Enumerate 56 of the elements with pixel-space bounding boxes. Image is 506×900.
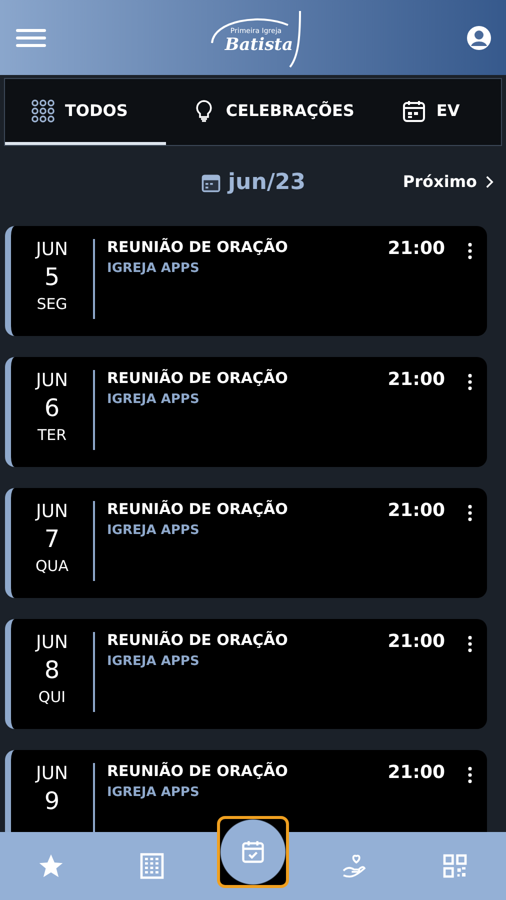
event-card[interactable]: JUN 6 TER REUNIÃO DE ORAÇÃO IGREJA APPS 21:00 — [5, 357, 487, 467]
event-time: 21:00 — [388, 238, 445, 259]
more-icon[interactable] — [467, 373, 473, 391]
calendar-icon — [402, 98, 426, 122]
event-time: 21:00 — [388, 631, 445, 652]
event-location: IGREJA APPS — [107, 785, 200, 800]
event-time: 21:00 — [388, 369, 445, 390]
event-month: JUN — [36, 370, 68, 392]
event-title: REUNIÃO DE ORAÇÃO — [107, 631, 289, 649]
event-card[interactable]: JUN 7 QUA REUNIÃO DE ORAÇÃO IGREJA APPS 21:00 — [5, 488, 487, 598]
event-location: IGREJA APPS — [107, 261, 200, 276]
more-icon[interactable] — [467, 766, 473, 784]
calendar-check-icon — [240, 839, 266, 865]
star-icon — [36, 852, 65, 880]
event-day: 7 — [44, 523, 60, 555]
event-card[interactable]: JUN 9 REUNIÃO DE ORAÇÃO IGREJA APPS 21:00 — [5, 750, 487, 832]
heart-hand-icon — [340, 852, 368, 880]
event-location: IGREJA APPS — [107, 523, 200, 538]
event-time: 21:00 — [388, 500, 445, 521]
event-month: JUN — [36, 632, 68, 654]
user-icon[interactable] — [466, 24, 492, 50]
event-weekday: QUA — [35, 556, 69, 577]
event-day: 8 — [44, 654, 60, 686]
next-month-link[interactable]: Próximo — [402, 172, 494, 191]
month-label: jun/23 — [228, 170, 306, 195]
event-weekday: SEG — [36, 294, 68, 315]
event-month: JUN — [36, 501, 68, 523]
chevron-right-icon — [485, 174, 494, 188]
event-day: 9 — [44, 785, 60, 817]
event-weekday: QUI — [38, 687, 66, 708]
more-icon[interactable] — [467, 504, 473, 522]
building-icon — [138, 852, 166, 880]
event-location: IGREJA APPS — [107, 654, 200, 669]
logo-text: Batista — [224, 34, 294, 54]
tab[interactable]: TODOS — [5, 79, 166, 145]
tab[interactable]: CELEBRAÇÕES — [166, 79, 376, 145]
event-time: 21:00 — [388, 762, 445, 783]
event-title: REUNIÃO DE ORAÇÃO — [107, 762, 289, 780]
nav-button[interactable] — [217, 816, 289, 888]
event-month: JUN — [36, 239, 68, 261]
qr-code-icon — [441, 852, 470, 880]
more-icon[interactable] — [467, 242, 473, 260]
grid-icon — [31, 98, 55, 122]
event-day: 6 — [44, 392, 60, 424]
tab[interactable]: EV — [376, 79, 482, 145]
event-day: 5 — [44, 261, 60, 293]
menu-icon[interactable] — [16, 28, 46, 48]
event-title: REUNIÃO DE ORAÇÃO — [107, 369, 289, 387]
event-card[interactable]: JUN 8 QUI REUNIÃO DE ORAÇÃO IGREJA APPS 21:00 — [5, 619, 487, 729]
event-location: IGREJA APPS — [107, 392, 200, 407]
event-title: REUNIÃO DE ORAÇÃO — [107, 238, 289, 256]
event-weekday: TER — [37, 425, 67, 446]
event-title: REUNIÃO DE ORAÇÃO — [107, 500, 289, 518]
event-card[interactable]: JUN 5 SEG REUNIÃO DE ORAÇÃO IGREJA APPS 21:00 — [5, 226, 487, 336]
event-month: JUN — [36, 763, 68, 785]
more-icon[interactable] — [467, 635, 473, 653]
